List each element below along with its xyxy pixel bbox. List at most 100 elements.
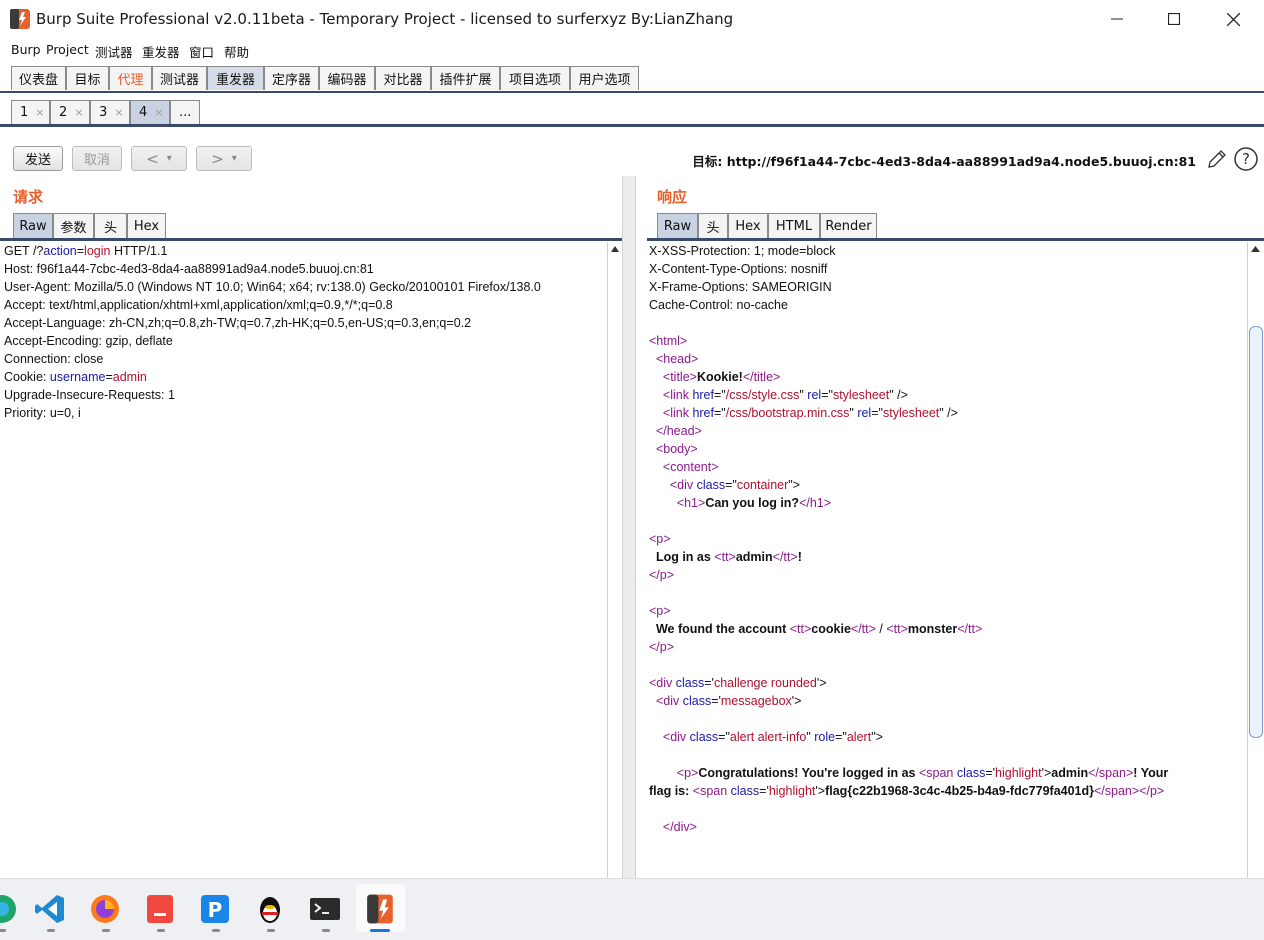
forward-button[interactable]: > ▾	[196, 146, 252, 171]
send-button[interactable]: 发送	[13, 146, 63, 171]
svg-text:P: P	[208, 898, 223, 922]
taskbar-edge[interactable]	[0, 893, 18, 925]
tab-dashboard[interactable]: 仪表盘	[11, 66, 66, 90]
forward-dropdown-icon[interactable]: ▾	[232, 153, 237, 164]
taskbar-vscode[interactable]	[34, 893, 66, 925]
tab-target[interactable]: 目标	[66, 66, 109, 90]
request-header: Accept: text/html,application/xhtml+xml,…	[4, 298, 393, 312]
subtab-2[interactable]: 2 ×	[50, 100, 90, 124]
request-tab-raw[interactable]: Raw	[13, 213, 53, 238]
request-header: User-Agent: Mozilla/5.0 (Windows NT 10.0…	[4, 280, 541, 294]
request-scrollbar[interactable]	[607, 242, 622, 878]
app-red-icon	[147, 895, 173, 923]
qq-icon	[260, 897, 280, 923]
response-tab-hex[interactable]: Hex	[728, 213, 768, 238]
close-tab-icon[interactable]: ×	[154, 106, 163, 119]
subtab-label: 1	[20, 105, 29, 120]
menu-window[interactable]: 窗口	[189, 42, 214, 61]
close-tab-icon[interactable]: ×	[114, 106, 123, 119]
taskbar-indicator	[212, 929, 220, 932]
request-tab-params[interactable]: 参数	[53, 213, 94, 238]
back-icon: <	[146, 149, 159, 168]
subtab-label: 2	[59, 105, 68, 120]
back-button[interactable]: < ▾	[131, 146, 187, 171]
response-tab-raw[interactable]: Raw	[657, 213, 698, 238]
code-line: Log in as <tt>admin</tt>!	[655, 550, 802, 564]
close-window-button[interactable]	[1204, 0, 1262, 38]
code-line: <head>	[655, 352, 699, 366]
scroll-up-icon[interactable]	[1248, 242, 1263, 256]
tab-intruder[interactable]: 测试器	[152, 66, 207, 90]
tab-sequencer[interactable]: 定序器	[264, 66, 319, 90]
taskbar-firefox[interactable]	[89, 893, 121, 925]
help-icon[interactable]: ?	[1234, 147, 1258, 171]
tab-project-options[interactable]: 项目选项	[500, 66, 570, 90]
scroll-up-icon[interactable]	[608, 242, 622, 256]
response-header: X-Content-Type-Options: nosniff	[649, 262, 828, 276]
minimize-button[interactable]	[1088, 0, 1146, 38]
code-line: <div class="container">	[669, 478, 801, 492]
subtab-4[interactable]: 4 ×	[130, 100, 170, 124]
code-line: </div>	[662, 820, 697, 834]
scrollbar-thumb[interactable]	[1249, 326, 1263, 738]
code-line: <div class='messagebox'>	[655, 694, 802, 708]
panel-splitter[interactable]	[622, 176, 636, 878]
response-header: X-XSS-Protection: 1; mode=block	[649, 244, 836, 258]
tab-comparer[interactable]: 对比器	[375, 66, 431, 90]
menu-intruder[interactable]: 测试器	[95, 42, 133, 61]
code-line: <html>	[649, 334, 688, 348]
taskbar-indicator	[267, 929, 275, 932]
target-url: 目标: http://f96f1a44-7cbc-4ed3-8da4-aa889…	[692, 154, 1196, 169]
flag-value: flag{c22b1968-3c4c-4b25-b4a9-fdc779fa401…	[825, 784, 1094, 798]
request-header: Upgrade-Insecure-Requests: 1	[4, 388, 175, 402]
forward-icon: >	[211, 149, 224, 168]
request-editor[interactable]: GET /?action=login HTTP/1.1 Host: f96f1a…	[4, 242, 607, 878]
edit-target-icon[interactable]	[1206, 148, 1228, 170]
taskbar-p-app[interactable]: P	[199, 893, 231, 925]
request-header-cookie: Cookie: username=admin	[4, 370, 147, 384]
tab-extender[interactable]: 插件扩展	[431, 66, 500, 90]
response-editor[interactable]: X-XSS-Protection: 1; mode=block X-Conten…	[649, 242, 1247, 878]
request-tab-hex[interactable]: Hex	[127, 213, 166, 238]
tab-decoder[interactable]: 编码器	[319, 66, 375, 90]
taskbar-indicator	[102, 929, 110, 932]
tab-user-options[interactable]: 用户选项	[570, 66, 639, 90]
menu-project[interactable]: Project	[46, 42, 89, 57]
response-scrollbar[interactable]	[1247, 242, 1263, 878]
subtab-1[interactable]: 1 ×	[11, 100, 50, 124]
code-line: <link href="/css/style.css" rel="stylesh…	[662, 388, 908, 402]
response-tab-render[interactable]: Render	[820, 213, 877, 238]
request-header: Accept-Encoding: gzip, deflate	[4, 334, 173, 348]
taskbar-burp[interactable]	[364, 893, 396, 925]
subtab-new[interactable]: ...	[170, 100, 200, 124]
tab-repeater[interactable]: 重发器	[207, 66, 264, 90]
response-tab-html[interactable]: HTML	[768, 213, 820, 238]
close-tab-icon[interactable]: ×	[35, 106, 44, 119]
close-tab-icon[interactable]: ×	[74, 106, 83, 119]
response-title: 响应	[657, 188, 688, 206]
menu-repeater[interactable]: 重发器	[142, 42, 180, 61]
taskbar-terminal[interactable]	[309, 893, 341, 925]
taskbar-red-app[interactable]	[144, 893, 176, 925]
vscode-icon	[35, 895, 64, 923]
request-tab-headers[interactable]: 头	[94, 213, 127, 238]
subtab-label: 3	[99, 105, 108, 120]
edge-icon	[0, 895, 16, 923]
svg-text:?: ?	[1242, 150, 1250, 168]
cancel-button[interactable]: 取消	[72, 146, 122, 171]
maximize-button[interactable]	[1145, 0, 1203, 38]
subtab-3[interactable]: 3 ×	[90, 100, 130, 124]
terminal-icon	[310, 898, 340, 920]
close-icon	[1226, 12, 1240, 26]
tab-proxy[interactable]: 代理	[109, 66, 152, 90]
back-dropdown-icon[interactable]: ▾	[167, 153, 172, 164]
taskbar-indicator	[47, 929, 55, 932]
response-tab-headers[interactable]: 头	[698, 213, 728, 238]
request-line: GET /?action=login HTTP/1.1	[4, 244, 168, 258]
menu-help[interactable]: 帮助	[224, 42, 249, 61]
code-line: <content>	[662, 460, 719, 474]
code-line: <p>	[649, 532, 671, 546]
taskbar-qq[interactable]	[254, 893, 286, 925]
menu-burp[interactable]: Burp	[11, 42, 41, 57]
